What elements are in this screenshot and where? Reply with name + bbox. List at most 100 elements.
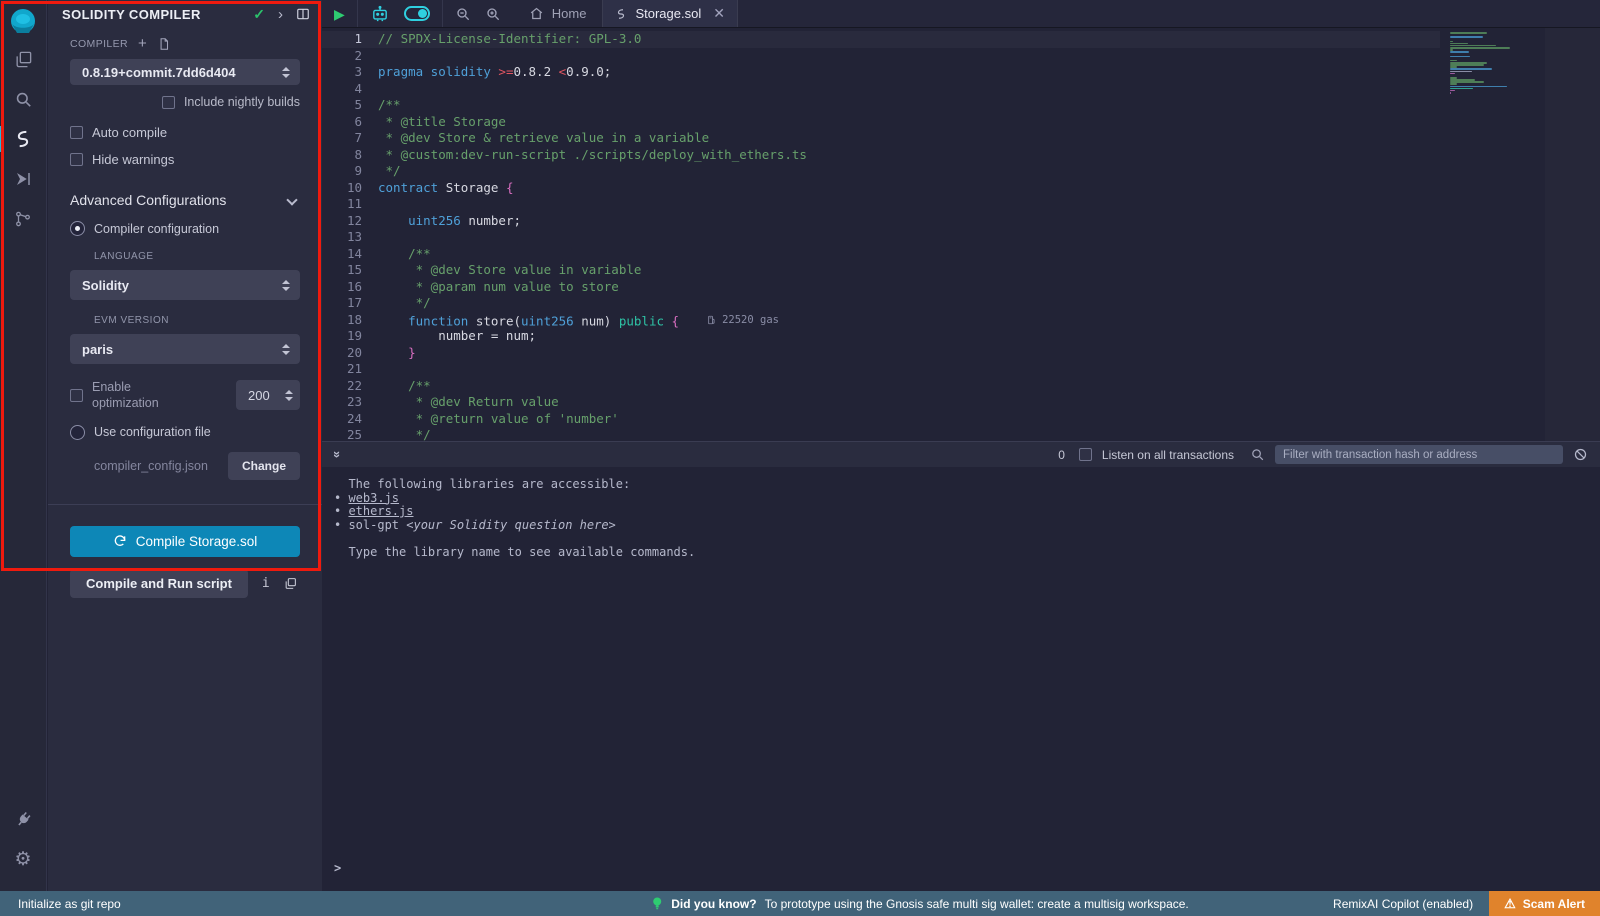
code-line[interactable]: 11: [322, 196, 1440, 213]
git-init-button[interactable]: Initialize as git repo: [0, 897, 121, 911]
code-editor[interactable]: 1// SPDX-License-Identifier: GPL-3.023pr…: [322, 28, 1600, 441]
sidebar-item-deploy-run[interactable]: [0, 161, 46, 197]
code-line[interactable]: 21: [322, 361, 1440, 378]
tab-storage-sol[interactable]: Storage.sol ✕: [602, 0, 738, 27]
transaction-filter-input[interactable]: [1275, 445, 1563, 464]
compiler-configuration-radio-row[interactable]: Compiler configuration: [70, 221, 300, 236]
code-line[interactable]: 18 function store(uint256 num) public {2…: [322, 312, 1440, 329]
code-line[interactable]: 14 /**: [322, 246, 1440, 263]
editor-minimap[interactable]: [1450, 32, 1538, 94]
editor-tabbar: ▶: [322, 0, 1600, 28]
include-nightly-checkbox[interactable]: [162, 96, 175, 109]
code-line[interactable]: 10contract Storage {: [322, 180, 1440, 197]
tab-home[interactable]: Home: [513, 0, 603, 27]
select-stepper-icon: [282, 280, 290, 291]
line-number: 25: [322, 427, 378, 441]
copilot-status[interactable]: RemixAI Copilot (enabled): [1333, 897, 1473, 911]
terminal-lines: The following libraries are accessible:•…: [334, 478, 1600, 559]
plugin-icon: [14, 810, 33, 829]
line-number: 5: [322, 97, 378, 114]
sidebar-item-file-explorer[interactable]: [0, 41, 46, 77]
line-number: 16: [322, 279, 378, 296]
close-icon[interactable]: ✕: [713, 5, 725, 22]
code-line[interactable]: 1// SPDX-License-Identifier: GPL-3.0: [322, 31, 1440, 48]
code-line[interactable]: 9 */: [322, 163, 1440, 180]
code-line[interactable]: 3pragma solidity >=0.8.2 <0.9.0;: [322, 64, 1440, 81]
code-line[interactable]: 15 * @dev Store value in variable: [322, 262, 1440, 279]
search-icon: [14, 90, 33, 109]
lightbulb-icon: [651, 896, 663, 911]
code-line[interactable]: 7 * @dev Store & retrieve value in a var…: [322, 130, 1440, 147]
code-line[interactable]: 6 * @title Storage: [322, 114, 1440, 131]
remix-logo[interactable]: [8, 7, 38, 37]
hide-warnings-checkbox[interactable]: [70, 153, 83, 166]
zoom-out-icon[interactable]: [455, 6, 471, 22]
line-number: 10: [322, 180, 378, 197]
terminal-line-link[interactable]: • web3.js: [334, 492, 1600, 506]
info-icon[interactable]: i: [262, 576, 270, 591]
plus-icon[interactable]: +: [138, 36, 147, 51]
use-configuration-file-radio-row[interactable]: Use configuration file: [70, 425, 300, 440]
run-script-button[interactable]: ▶: [334, 7, 345, 21]
line-number: 23: [322, 394, 378, 411]
code-line[interactable]: 16 * @param num value to store: [322, 279, 1440, 296]
evm-version-value: paris: [82, 342, 113, 357]
listen-all-transactions-checkbox[interactable]: [1079, 448, 1092, 461]
ban-icon[interactable]: [1573, 447, 1588, 462]
enable-optimization-label: Enable optimization: [92, 379, 180, 412]
compiler-version-select[interactable]: 0.8.19+commit.7dd6d404: [70, 59, 300, 85]
copilot-toggle[interactable]: [404, 6, 430, 21]
file-reload-icon[interactable]: [157, 37, 171, 51]
code-line[interactable]: 8 * @custom:dev-run-script ./scripts/dep…: [322, 147, 1440, 164]
compile-button[interactable]: Compile Storage.sol: [70, 526, 300, 557]
config-file-name: compiler_config.json: [94, 459, 208, 473]
sidebar-item-git[interactable]: [0, 201, 46, 237]
chevron-right-icon[interactable]: ›: [278, 7, 283, 22]
sidebar-item-search[interactable]: [0, 81, 46, 117]
sidebar-item-plugin-manager[interactable]: [0, 801, 46, 837]
robot-icon[interactable]: [370, 5, 390, 22]
compiler-configuration-radio[interactable]: [70, 221, 85, 236]
terminal-line-link[interactable]: • ethers.js: [334, 505, 1600, 519]
sidebar-item-solidity-compiler[interactable]: [0, 121, 46, 157]
evm-version-select[interactable]: paris: [70, 334, 300, 364]
line-number: 1: [322, 31, 378, 48]
code-line[interactable]: 4: [322, 81, 1440, 98]
editor-scrollbar[interactable]: [1545, 28, 1600, 441]
line-number: 2: [322, 48, 378, 65]
terminal-output[interactable]: The following libraries are accessible:•…: [322, 467, 1600, 891]
line-number: 6: [322, 114, 378, 131]
copy-icon[interactable]: [284, 577, 297, 590]
code-line[interactable]: 24 * @return value of 'number': [322, 411, 1440, 428]
optimization-runs-input[interactable]: [248, 388, 278, 403]
code-line[interactable]: 22 /**: [322, 378, 1440, 395]
zoom-in-icon[interactable]: [485, 6, 501, 22]
code-line[interactable]: 20 }: [322, 345, 1440, 362]
line-number: 7: [322, 130, 378, 147]
enable-optimization-checkbox[interactable]: [70, 389, 83, 402]
code-line[interactable]: 19 number = num;: [322, 328, 1440, 345]
sidebar-item-settings[interactable]: ⚙: [0, 841, 46, 877]
change-config-button[interactable]: Change: [228, 452, 300, 480]
split-panel-icon[interactable]: [296, 7, 310, 21]
chevrons-down-icon[interactable]: »: [330, 451, 345, 458]
code-line[interactable]: 17 */: [322, 295, 1440, 312]
line-number: 14: [322, 246, 378, 263]
use-configuration-file-radio[interactable]: [70, 425, 85, 440]
number-stepper-icon[interactable]: [285, 390, 293, 401]
scam-alert-badge[interactable]: ⚠ Scam Alert: [1489, 891, 1600, 916]
code-line[interactable]: 12 uint256 number;: [322, 213, 1440, 230]
auto-compile-checkbox[interactable]: [70, 126, 83, 139]
terminal-search-icon[interactable]: [1250, 447, 1265, 462]
code-line[interactable]: 23 * @dev Return value: [322, 394, 1440, 411]
advanced-configurations-toggle[interactable]: Advanced Configurations: [70, 192, 300, 208]
code-line[interactable]: 13: [322, 229, 1440, 246]
code-line[interactable]: 25 */: [322, 427, 1440, 441]
code-line[interactable]: 2: [322, 48, 1440, 65]
compile-and-run-button[interactable]: Compile and Run script: [70, 569, 248, 598]
transactions-count: 0: [1058, 448, 1065, 462]
line-number: 11: [322, 196, 378, 213]
code-line[interactable]: 5/**: [322, 97, 1440, 114]
terminal-prompt[interactable]: >: [334, 862, 341, 876]
language-select[interactable]: Solidity: [70, 270, 300, 300]
